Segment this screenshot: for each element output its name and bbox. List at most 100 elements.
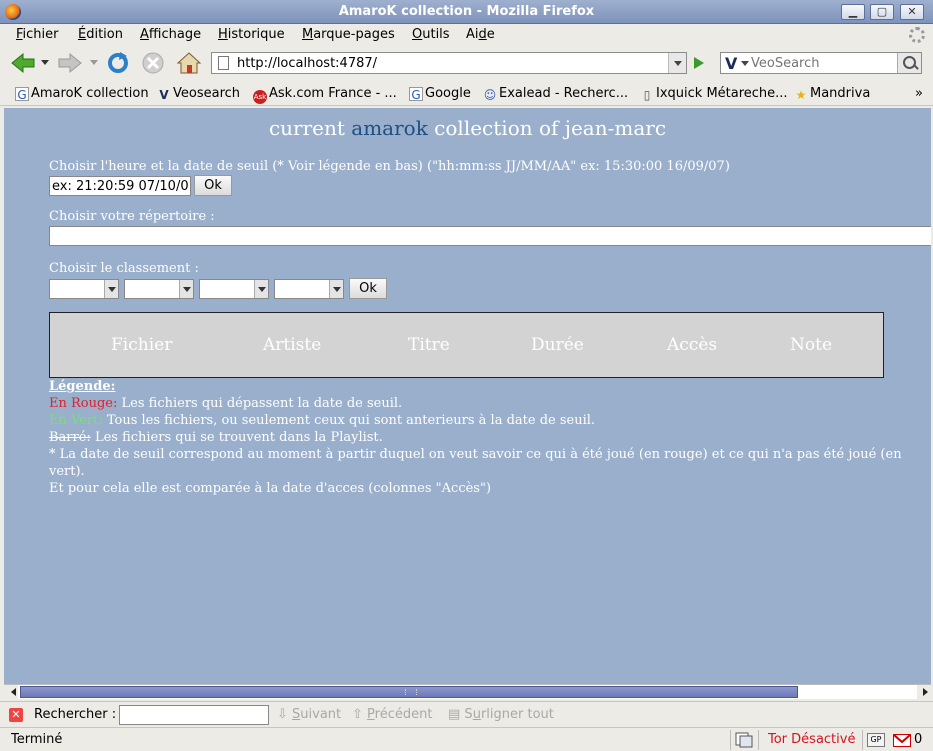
- legend-green-line: En Vert: Tous les fichiers, ou seulement…: [49, 413, 596, 428]
- page-icon: ▯: [643, 88, 651, 102]
- find-next-button[interactable]: ⇩ Suivant: [277, 707, 341, 722]
- maximize-button[interactable]: ▢: [870, 4, 894, 20]
- go-button[interactable]: [690, 55, 708, 71]
- scroll-left-icon[interactable]: [4, 685, 18, 699]
- minimize-button[interactable]: ▁: [841, 4, 865, 20]
- legend-red-line: En Rouge: Les fichiers qui dépassent la …: [49, 396, 403, 411]
- window-title: AmaroK collection - Mozilla Firefox: [338, 4, 595, 19]
- sort-select-1[interactable]: [49, 279, 119, 299]
- menu-affichage[interactable]: Affichage: [140, 27, 201, 42]
- search-input[interactable]: [751, 54, 897, 72]
- search-box[interactable]: V: [720, 52, 922, 74]
- collection-table: Fichier Artiste Titre Durée Accès Note: [49, 312, 884, 378]
- menu-historique[interactable]: Historique: [218, 27, 285, 42]
- url-bar[interactable]: http://localhost:4787/: [211, 52, 687, 74]
- bookmark-amarok-collection[interactable]: G AmaroK collection: [15, 86, 149, 102]
- directory-label: Choisir votre répertoire :: [49, 209, 215, 224]
- threshold-ok-button[interactable]: Ok: [194, 175, 232, 196]
- bookmark-exalead[interactable]: ☺ Exalead - Recherc...: [483, 86, 628, 102]
- chevron-down-icon: [179, 280, 193, 298]
- find-input[interactable]: [119, 705, 269, 725]
- page-info-icon[interactable]: [735, 732, 753, 748]
- column-header-titre[interactable]: Titre: [408, 335, 450, 355]
- forward-arrow-icon[interactable]: [57, 51, 83, 75]
- scroll-right-icon[interactable]: [917, 685, 931, 699]
- status-text: Terminé: [11, 732, 63, 747]
- menu-edition[interactable]: Édition: [78, 27, 123, 42]
- menu-aide[interactable]: Aide: [466, 27, 495, 42]
- chevron-down-icon: [254, 280, 268, 298]
- scrollbar-thumb[interactable]: [20, 686, 798, 698]
- highlight-icon: ▤: [448, 707, 465, 722]
- sort-select-3[interactable]: [199, 279, 269, 299]
- window-titlebar: AmaroK collection - Mozilla Firefox ▁ ▢ …: [0, 0, 933, 24]
- bookmark-mandriva[interactable]: ★ Mandriva: [794, 86, 871, 102]
- back-arrow-icon[interactable]: [10, 51, 36, 75]
- google-icon: G: [409, 87, 423, 102]
- menu-bar: Fichier Édition Affichage Historique Mar…: [0, 24, 933, 46]
- threshold-date-input[interactable]: [49, 176, 191, 196]
- threshold-label: Choisir l'heure et la date de seuil (* V…: [49, 159, 730, 174]
- sort-ok-button[interactable]: Ok: [349, 278, 387, 299]
- gmail-icon[interactable]: [893, 734, 911, 747]
- bookmark-veosearch[interactable]: V Veosearch: [157, 86, 240, 102]
- legend-title: Légende:: [49, 379, 116, 394]
- gmail-unread-count: 0: [914, 732, 923, 747]
- search-engine-dropdown-icon[interactable]: [741, 61, 749, 70]
- gp-icon[interactable]: GP: [867, 733, 885, 747]
- search-magnifier-icon[interactable]: [897, 53, 921, 73]
- find-label: Rechercher :: [34, 707, 117, 722]
- menu-marque-pages[interactable]: Marque-pages: [302, 27, 395, 42]
- veosearch-icon: V: [159, 88, 169, 102]
- bookmark-ask[interactable]: Ask Ask.com France - ...: [253, 86, 397, 104]
- stop-icon[interactable]: [140, 51, 166, 75]
- horizontal-scrollbar[interactable]: [4, 684, 931, 699]
- back-dropdown-icon[interactable]: [40, 58, 50, 66]
- legend-note-line-1: * La date de seuil correspond au moment …: [49, 447, 902, 462]
- close-findbar-icon[interactable]: ✕: [9, 708, 23, 722]
- column-header-note[interactable]: Note: [790, 335, 832, 355]
- page-content: current amarok collection of jean-marc C…: [4, 108, 931, 684]
- star-icon: ★: [795, 88, 807, 102]
- ask-icon: Ask: [253, 90, 267, 104]
- page-title: current amarok collection of jean-marc: [268, 116, 667, 140]
- reload-icon[interactable]: [105, 51, 131, 75]
- menu-fichier[interactable]: Fichier: [16, 27, 59, 42]
- legend-strike-line: Barré: Les fichiers qui se trouvent dans…: [49, 430, 383, 445]
- highlight-all-button[interactable]: ▤ Surligner tout: [448, 707, 554, 722]
- grip-icon: [405, 689, 417, 695]
- url-text: http://localhost:4787/: [237, 56, 378, 71]
- sort-select-2[interactable]: [124, 279, 194, 299]
- arrow-up-icon: ⇧: [352, 707, 368, 722]
- page-icon: [218, 56, 229, 70]
- legend-note-line-2: vert).: [49, 464, 85, 479]
- bookmark-google[interactable]: G Google: [409, 86, 471, 102]
- legend-note-line-3: Et pour cela elle est comparée à la date…: [49, 481, 492, 496]
- menu-outils[interactable]: Outils: [412, 27, 450, 42]
- bookmarks-overflow-chevron-icon[interactable]: »: [915, 86, 923, 101]
- home-icon[interactable]: [176, 51, 202, 75]
- arrow-down-icon: ⇩: [277, 707, 293, 722]
- column-header-fichier[interactable]: Fichier: [111, 335, 172, 355]
- forward-dropdown-icon[interactable]: [89, 58, 99, 66]
- search-engine-icon[interactable]: V: [725, 54, 737, 73]
- google-icon: G: [15, 87, 29, 102]
- throbber-icon: [909, 27, 925, 43]
- directory-input[interactable]: [49, 226, 931, 246]
- status-bar: Terminé Tor Désactivé GP 0: [0, 727, 933, 751]
- find-bar: ✕ Rechercher : ⇩ Suivant ⇧ Précédent ▤ S…: [0, 701, 933, 727]
- exalead-icon: ☺: [483, 88, 497, 102]
- close-window-button[interactable]: ✕: [900, 4, 924, 20]
- column-header-duree[interactable]: Durée: [531, 335, 584, 355]
- bookmarks-toolbar: G AmaroK collection V Veosearch Ask Ask.com…: [0, 82, 933, 106]
- find-previous-button[interactable]: ⇧ Précédent: [352, 707, 432, 722]
- tor-status-button[interactable]: Tor Désactivé: [768, 732, 855, 747]
- sort-label: Choisir le classement :: [49, 261, 199, 276]
- url-history-dropdown[interactable]: [668, 53, 686, 73]
- bookmark-ixquick[interactable]: ▯ Ixquick Métareche...: [640, 86, 788, 102]
- sort-select-4[interactable]: [274, 279, 344, 299]
- column-header-artiste[interactable]: Artiste: [263, 335, 321, 355]
- chevron-down-icon: [104, 280, 118, 298]
- column-header-acces[interactable]: Accès: [667, 335, 717, 355]
- chevron-down-icon: [329, 280, 343, 298]
